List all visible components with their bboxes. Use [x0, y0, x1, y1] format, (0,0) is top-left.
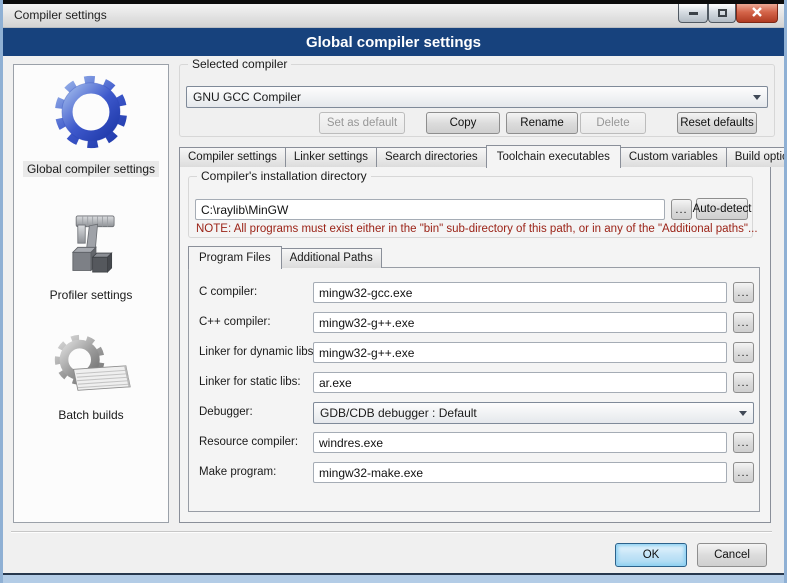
dynamic-linker-input[interactable] — [313, 342, 727, 363]
page-title: Global compiler settings — [306, 34, 481, 51]
sidebar-item-global-compiler-settings[interactable]: Global compiler settings — [23, 71, 159, 177]
dynamic-linker-row: Linker for dynamic libs: ... — [189, 342, 759, 363]
sidebar-item-label: Batch builds — [54, 407, 127, 423]
c-compiler-row: C compiler: ... — [189, 282, 759, 303]
installation-directory-input[interactable] — [195, 199, 665, 220]
blue-gear-icon — [50, 71, 132, 158]
window-title: Compiler settings — [14, 8, 107, 22]
maximize-icon — [718, 9, 727, 17]
make-program-input[interactable] — [313, 462, 727, 483]
debugger-select[interactable]: GDB/CDB debugger : Default — [313, 402, 754, 424]
tab-build-options[interactable]: Build options — [726, 147, 787, 167]
field-label: Linker for static libs: — [199, 376, 301, 388]
reset-defaults-button[interactable]: Reset defaults — [677, 112, 757, 134]
rename-button[interactable]: Rename — [506, 112, 578, 134]
cancel-button[interactable]: Cancel — [697, 543, 767, 567]
cpp-compiler-browse-button[interactable]: ... — [733, 312, 754, 333]
delete-button[interactable]: Delete — [580, 112, 646, 134]
field-label: Debugger: — [199, 406, 253, 418]
sidebar-item-label: Global compiler settings — [23, 161, 159, 177]
installation-browse-button[interactable]: ... — [671, 199, 692, 220]
make-program-browse-button[interactable]: ... — [733, 462, 754, 483]
dynamic-linker-browse-button[interactable]: ... — [733, 342, 754, 363]
static-linker-row: Linker for static libs: ... — [189, 372, 759, 393]
tab-compiler-settings[interactable]: Compiler settings — [179, 147, 286, 167]
sidebar-item-label: Profiler settings — [46, 287, 137, 303]
compiler-select[interactable]: GNU GCC Compiler — [186, 86, 768, 108]
footer-separator — [11, 531, 772, 533]
field-label: Linker for dynamic libs: — [199, 346, 317, 358]
compiler-settings-dialog: Compiler settings Global compiler settin… — [0, 0, 787, 583]
copy-button[interactable]: Copy — [426, 112, 500, 134]
tab-toolchain-executables[interactable]: Toolchain executables — [486, 145, 621, 168]
minimize-button[interactable] — [678, 4, 708, 23]
field-label: C compiler: — [199, 286, 257, 298]
ok-button[interactable]: OK — [615, 543, 687, 567]
selected-compiler-group: Selected compiler GNU GCC Compiler Set a… — [179, 64, 775, 137]
static-linker-input[interactable] — [313, 372, 727, 393]
set-as-default-button[interactable]: Set as default — [319, 112, 405, 134]
resource-compiler-input[interactable] — [313, 432, 727, 453]
tab-search-directories[interactable]: Search directories — [376, 147, 487, 167]
chevron-down-icon — [753, 95, 761, 100]
program-subtabs: Program Files Additional Paths — [188, 247, 382, 268]
compiler-notebook-tabs: Compiler settings Linker settings Search… — [179, 143, 787, 167]
sidebar-item-batch-builds[interactable]: Batch builds — [47, 331, 135, 423]
cpp-compiler-row: C++ compiler: ... — [189, 312, 759, 333]
minimize-icon — [689, 12, 698, 15]
cpp-compiler-input[interactable] — [313, 312, 727, 333]
static-linker-browse-button[interactable]: ... — [733, 372, 754, 393]
caliper-icon — [58, 209, 124, 284]
field-label: Resource compiler: — [199, 436, 298, 448]
window-bottom-border — [3, 573, 784, 583]
installation-note: NOTE: All programs must exist either in … — [196, 223, 758, 235]
make-program-row: Make program: ... — [189, 462, 759, 483]
close-button[interactable] — [736, 4, 778, 23]
field-label: Make program: — [199, 466, 276, 478]
c-compiler-input[interactable] — [313, 282, 727, 303]
group-legend: Selected compiler — [188, 57, 291, 71]
debugger-select-value: GDB/CDB debugger : Default — [320, 406, 733, 420]
toolchain-executables-panel: Compiler's installation directory ... Au… — [179, 166, 771, 523]
settings-sidebar: Global compiler settings — [13, 64, 169, 523]
caption-buttons — [678, 4, 778, 23]
close-icon — [751, 4, 763, 22]
auto-detect-button[interactable]: Auto-detect — [696, 198, 748, 220]
dialog-header: Global compiler settings — [3, 28, 784, 56]
chevron-down-icon — [739, 411, 747, 416]
c-compiler-browse-button[interactable]: ... — [733, 282, 754, 303]
gray-gear-papers-icon — [47, 331, 135, 404]
program-files-panel: C compiler: ... C++ compiler: ... Linker… — [188, 267, 760, 512]
compiler-select-value: GNU GCC Compiler — [193, 90, 747, 104]
sidebar-item-profiler-settings[interactable]: Profiler settings — [46, 209, 137, 303]
titlebar[interactable]: Compiler settings — [3, 0, 784, 28]
resource-compiler-row: Resource compiler: ... — [189, 432, 759, 453]
tab-linker-settings[interactable]: Linker settings — [285, 147, 377, 167]
maximize-button[interactable] — [708, 4, 736, 23]
debugger-row: Debugger: GDB/CDB debugger : Default — [189, 402, 759, 423]
group-legend: Compiler's installation directory — [197, 169, 371, 183]
field-label: C++ compiler: — [199, 316, 271, 328]
subtab-additional-paths[interactable]: Additional Paths — [281, 248, 382, 268]
tab-custom-variables[interactable]: Custom variables — [620, 147, 727, 167]
installation-directory-group: Compiler's installation directory ... Au… — [188, 176, 753, 238]
resource-compiler-browse-button[interactable]: ... — [733, 432, 754, 453]
subtab-program-files[interactable]: Program Files — [188, 246, 282, 269]
